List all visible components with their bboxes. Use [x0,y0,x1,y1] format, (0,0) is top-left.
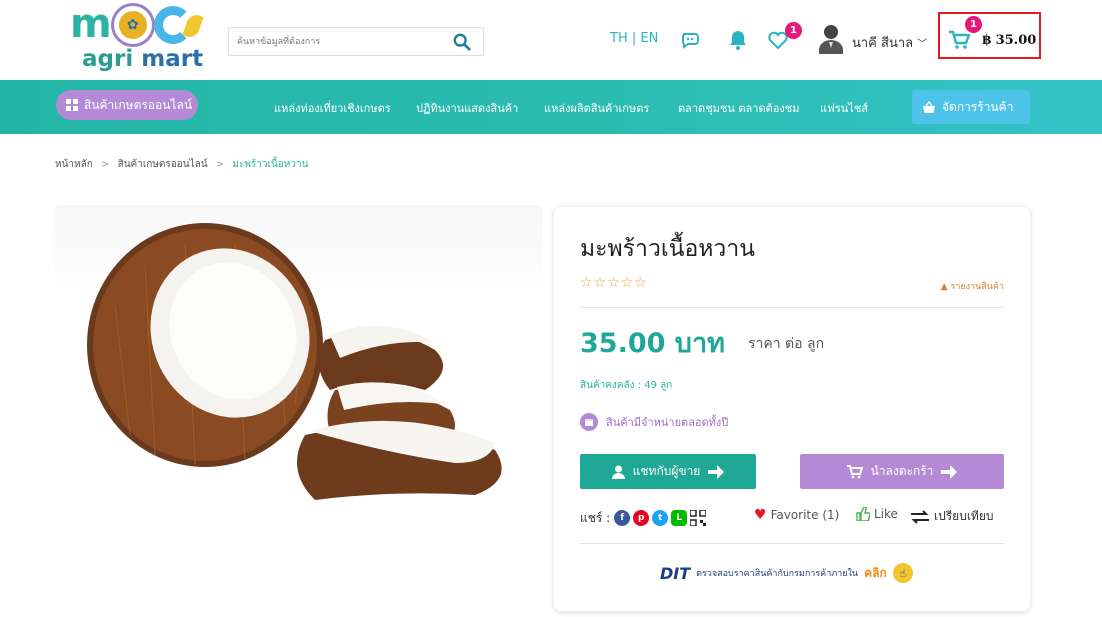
user-name: นาคี สีนาล [852,36,914,51]
cart-button[interactable]: 1 ฿ 35.00 [938,12,1041,59]
breadcrumb-category[interactable]: สินค้าเกษตรออนไลน์ [118,159,208,170]
category-menu-button[interactable]: สินค้าเกษตรออนไลน์ [56,90,198,120]
heart-icon: ♥ [754,507,767,523]
nav-link-franchise[interactable]: แฟรนไชส์ [820,99,868,117]
product-title: มะพร้าวเนื้อหวาน [580,236,755,262]
language-switcher[interactable]: TH | EN [610,31,658,46]
manage-shop-button[interactable]: จัดการร้านค้า [912,90,1030,124]
search-icon[interactable] [453,33,471,51]
compare-label: เปรียบเทียบ [934,509,994,523]
breadcrumb: หน้าหลัก > สินค้าเกษตรออนไลน์ > มะพร้าวเ… [55,157,308,172]
rating-stars[interactable]: ☆☆☆☆☆ [580,275,648,291]
cart-icon [846,464,863,478]
pointer-hand-icon: ☝ [892,563,913,583]
dit-click-label: คลิก [864,565,887,580]
thumbs-up-icon [856,507,870,521]
logo-mark: m ✿ [70,4,192,44]
dit-price-check-link[interactable]: DIT ตรวจสอบราคาสินค้ากับกรมการค้าภายใน ค… [660,563,913,583]
coconut-photo [87,223,502,500]
nav-link-event-calendar[interactable]: ปฏิทินงานแสดงสินค้า [416,99,518,117]
line-icon[interactable]: L [671,510,688,526]
swap-arrows-icon [911,509,929,524]
add-to-cart-button[interactable]: นำลงตะกร้า [800,454,1004,489]
category-menu-label: สินค้าเกษตรออนไลน์ [84,97,193,112]
arrow-right-icon [708,464,725,479]
chevron-down-icon: ﹀ [917,39,928,50]
availability-label: สินค้ามีจำหน่ายตลอดทั้งปี [606,416,729,429]
chat-bubbles-icon[interactable] [680,28,704,52]
logo[interactable]: m ✿ agri mart [70,4,210,76]
cart-total: ฿ 35.00 [982,33,1037,48]
like-button[interactable]: Like [856,507,898,521]
facebook-icon[interactable]: f [614,510,631,526]
breadcrumb-separator: > [101,159,110,170]
add-to-cart-label: นำลงตะกร้า [870,464,934,478]
breadcrumb-current: มะพร้าวเนื้อหวาน [232,159,309,170]
dit-text: ตรวจสอบราคาสินค้ากับกรมการค้าภายใน [696,569,859,579]
nav-link-agri-tourism[interactable]: แหล่งท่องเที่ยวเชิงเกษตร [274,99,391,117]
divider [580,307,1004,308]
product-info-card: มะพร้าวเนื้อหวาน ☆☆☆☆☆ ▲ รายงานสินค้า 35… [554,207,1030,611]
breadcrumb-separator: > [215,159,225,170]
bell-icon[interactable] [726,28,750,52]
price-unit: ราคา ต่อ ลูก [748,336,825,352]
top-header: m ✿ agri mart TH | EN 1 นาคี สีนาล [0,0,1102,80]
user-icon [611,465,625,479]
breadcrumb-home[interactable]: หน้าหลัก [55,159,93,170]
grid-icon [66,99,78,111]
nav-link-community-market[interactable]: ตลาดชุมชน ตลาดต้องชม [678,99,799,117]
availability-info: สินค้ามีจำหน่ายตลอดทั้งปี [580,413,728,431]
twitter-icon[interactable]: t [652,510,669,526]
logo-text: agri mart [82,46,203,72]
search-bar [228,27,484,56]
main-nav: สินค้าเกษตรออนไลน์ แหล่งท่องเที่ยวเชิงเก… [0,80,1102,134]
favorite-button[interactable]: ♥ Favorite (1) [754,507,839,523]
logo-letter-m: m [70,1,112,47]
logo-text-mart: mart [141,46,204,72]
wishlist-badge: 1 [785,22,802,39]
report-product-link[interactable]: ▲ รายงานสินค้า [941,279,1004,293]
warning-icon: ▲ [940,282,948,292]
nav-link-producers[interactable]: แหล่งผลิตสินค้าเกษตร [544,99,649,117]
cart-icon [949,30,970,49]
pinterest-icon[interactable]: p [633,510,650,526]
stock-info: สินค้าคงคลัง : 49 ลูก [580,380,673,391]
dit-logo: DIT [660,563,691,583]
like-label: Like [874,507,898,521]
calendar-icon [580,413,598,431]
logo-emblem: ✿ [113,6,152,44]
report-label: รายงานสินค้า [950,282,1004,292]
product-price: 35.00 บาท [580,328,725,359]
divider [580,543,1004,544]
compare-button[interactable]: เปรียบเทียบ [910,507,993,526]
logo-text-agri: agri [82,46,134,72]
manage-shop-label: จัดการร้านค้า [942,99,1014,114]
user-menu[interactable]: นาคี สีนาล ﹀ [852,32,927,53]
basket-icon [923,100,935,113]
cart-badge: 1 [965,16,982,33]
chat-with-seller-label: แชทกับผู้ขาย [632,464,701,478]
user-avatar-icon[interactable] [818,24,844,54]
product-image[interactable] [55,205,543,605]
search-input[interactable] [237,32,437,52]
favorite-label: Favorite (1) [770,508,840,522]
qr-code-icon[interactable] [690,510,707,526]
chat-with-seller-button[interactable]: แชทกับผู้ขาย [580,454,756,489]
arrow-right-icon [941,464,958,479]
share-label: แชร์ : [580,510,611,525]
